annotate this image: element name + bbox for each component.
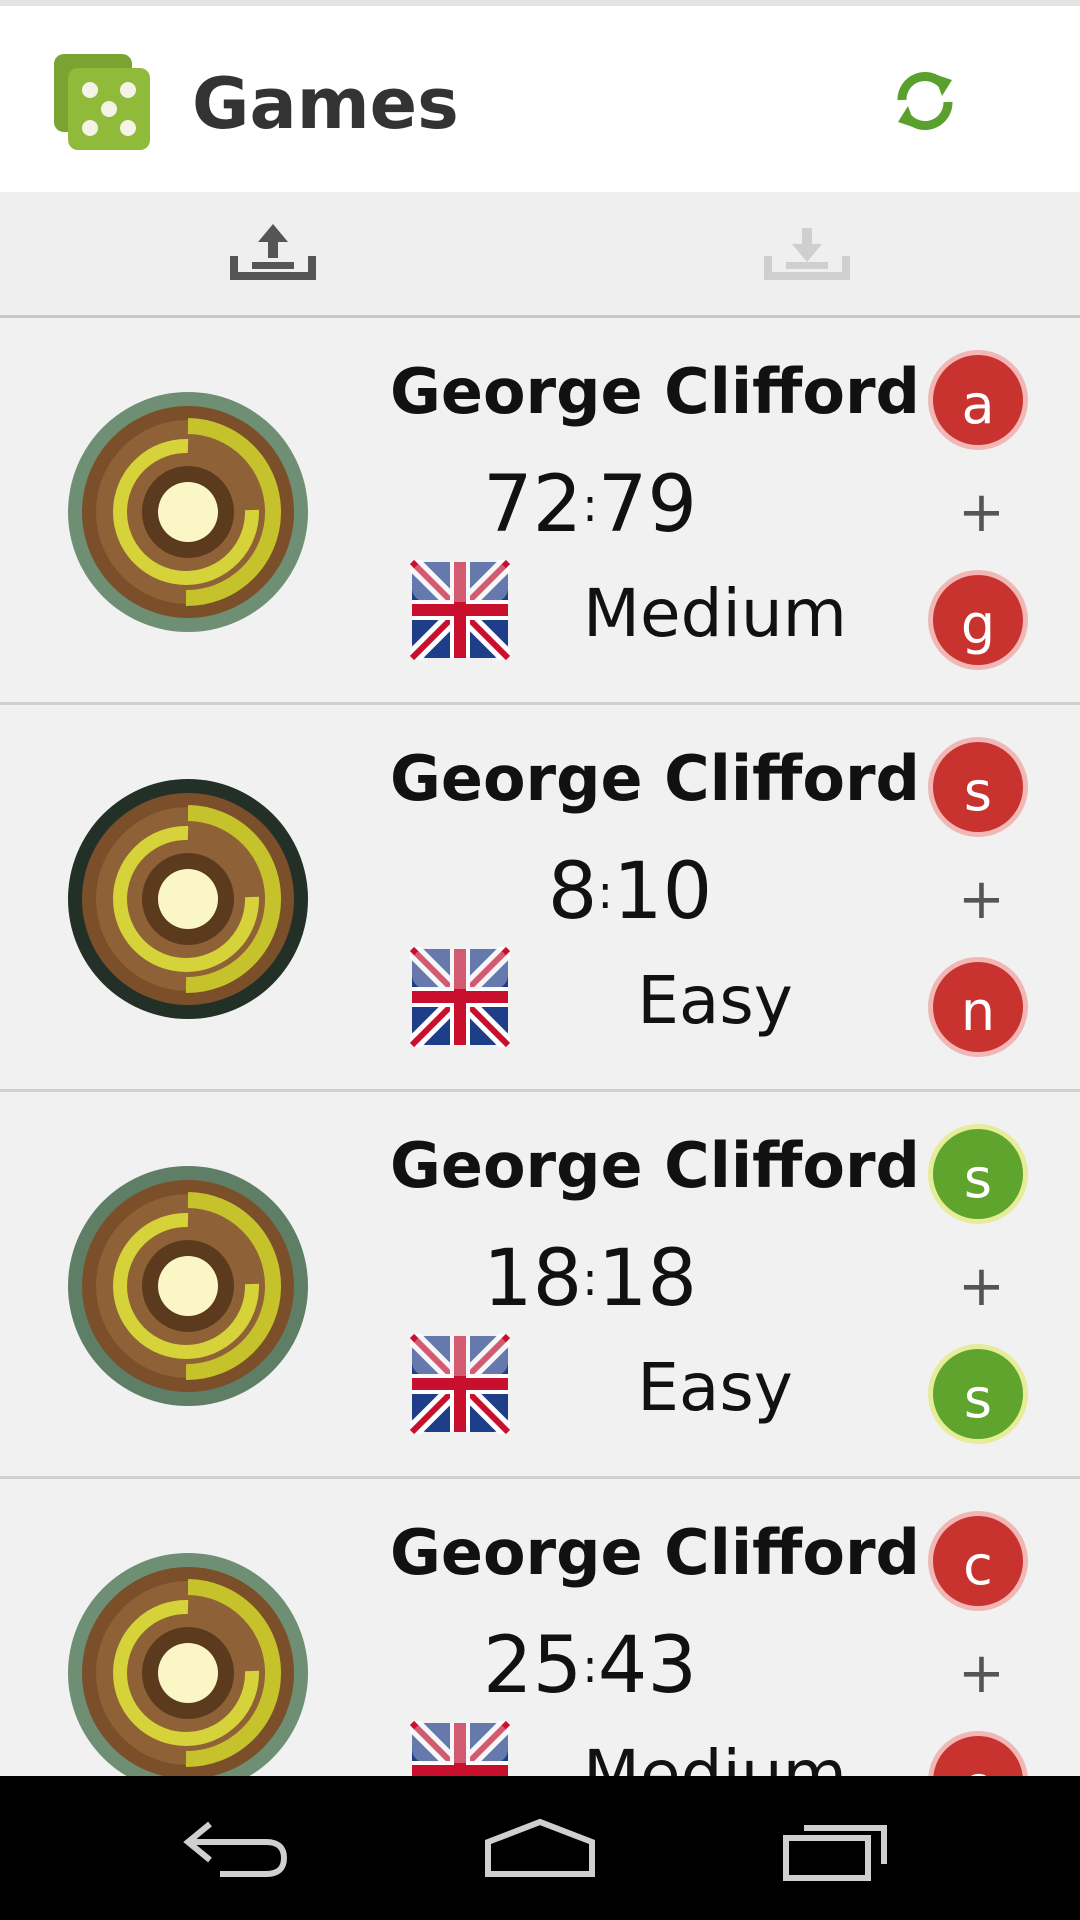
game-row[interactable]: George Clifford 72:79 Medium a + g: [0, 318, 1080, 705]
game-score: 25:43: [330, 1621, 930, 1711]
letter-tile: a: [928, 350, 1028, 450]
download-icon[interactable]: [762, 220, 852, 290]
player-name: George Clifford: [390, 1129, 920, 1202]
difficulty-label: Medium: [583, 1736, 847, 1777]
games-list[interactable]: George Clifford 72:79 Medium a + g Georg…: [0, 318, 1080, 1776]
flag-uk-us-icon: [410, 560, 510, 660]
player-name: George Clifford: [390, 742, 920, 815]
upload-icon[interactable]: [228, 220, 318, 290]
back-icon[interactable]: [180, 1812, 300, 1884]
page-title: Games: [192, 63, 459, 145]
letter-tile: s: [928, 1344, 1028, 1444]
flag-uk-us-icon: [410, 1721, 510, 1776]
player-name: George Clifford: [390, 355, 920, 428]
player-avatar-icon: [68, 392, 308, 632]
game-score: 72:79: [330, 460, 930, 550]
home-icon[interactable]: [480, 1812, 600, 1884]
score-left: 8: [547, 847, 598, 937]
score-left: 25: [482, 1621, 583, 1711]
score-right: 43: [597, 1621, 698, 1711]
difficulty-label: Easy: [637, 962, 793, 1039]
score-right: 10: [612, 847, 713, 937]
game-row[interactable]: George Clifford 8:10 Easy s + n: [0, 705, 1080, 1092]
score-left: 18: [482, 1234, 583, 1324]
player-avatar-icon: [68, 1166, 308, 1406]
player-name: George Clifford: [390, 1516, 920, 1589]
score-separator: :: [582, 478, 598, 532]
score-right: 18: [597, 1234, 698, 1324]
plus-sign: +: [958, 480, 1005, 545]
player-avatar-icon: [68, 1553, 308, 1776]
recents-icon[interactable]: [780, 1812, 900, 1884]
plus-sign: +: [958, 1254, 1005, 1319]
letter-tile: c: [928, 1511, 1028, 1611]
dice-icon[interactable]: [52, 52, 152, 152]
toolbar: [0, 192, 1080, 318]
flag-uk-us-icon: [410, 1334, 510, 1434]
score-separator: :: [582, 1639, 598, 1693]
plus-sign: +: [958, 867, 1005, 932]
letter-tile: n: [928, 957, 1028, 1057]
difficulty-label: Medium: [583, 575, 847, 652]
plus-sign: +: [958, 1641, 1005, 1706]
game-row[interactable]: George Clifford 18:18 Easy s + s: [0, 1092, 1080, 1479]
game-score: 8:10: [330, 847, 930, 937]
letter-tile: e: [928, 1731, 1028, 1776]
score-separator: :: [582, 1252, 598, 1306]
game-row[interactable]: George Clifford 25:43 Medium c + e: [0, 1479, 1080, 1776]
letter-tile: s: [928, 737, 1028, 837]
score-left: 72: [482, 460, 583, 550]
action-bar: Games: [0, 0, 1080, 192]
letter-tile: g: [928, 570, 1028, 670]
difficulty-label: Easy: [637, 1349, 793, 1426]
letter-tile: s: [928, 1124, 1028, 1224]
system-navigation-bar: [0, 1776, 1080, 1920]
score-separator: :: [597, 865, 613, 919]
flag-uk-us-icon: [410, 947, 510, 1047]
score-right: 79: [597, 460, 698, 550]
game-score: 18:18: [330, 1234, 930, 1324]
refresh-icon[interactable]: [890, 66, 960, 136]
player-avatar-icon: [68, 779, 308, 1019]
